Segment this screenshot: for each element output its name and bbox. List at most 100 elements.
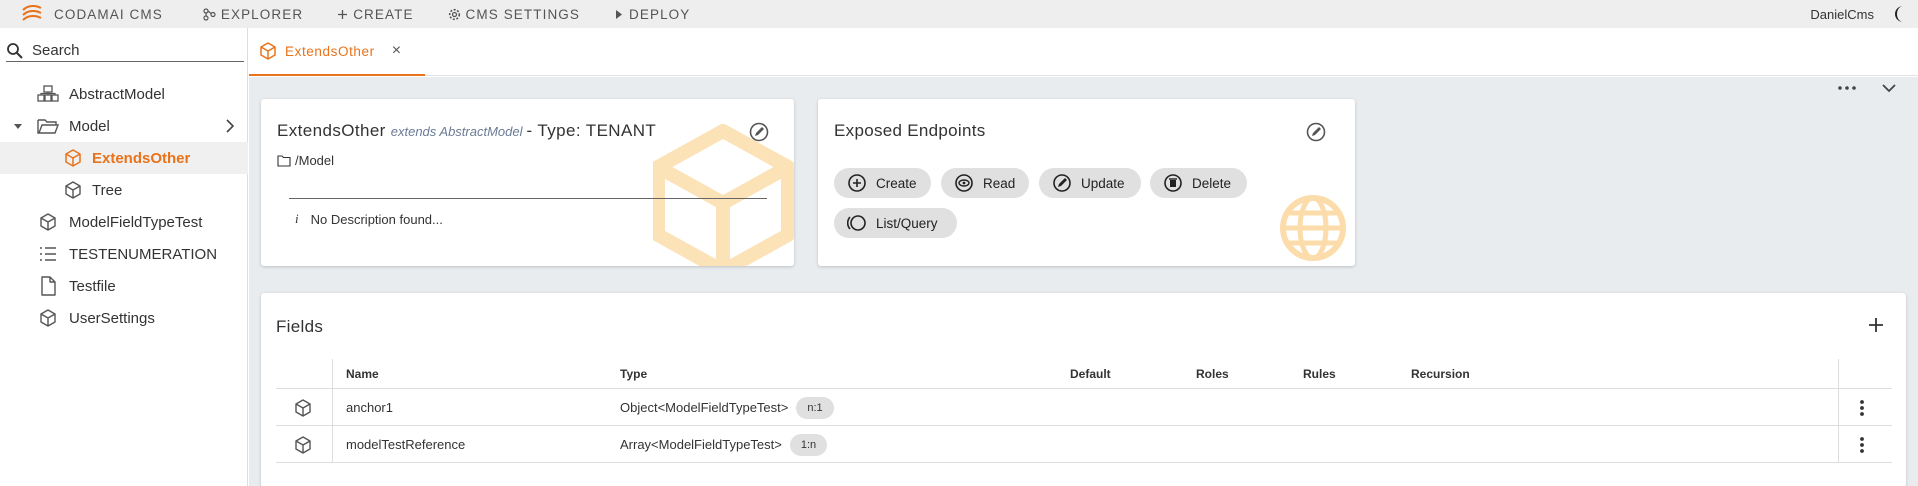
nav-explorer[interactable]: EXPLORER [203,7,303,22]
main-nav: EXPLORER CREATE CMS SETTINGS DEPLOY [203,7,725,22]
nav-deploy-label: DEPLOY [629,6,691,22]
more-horizontal-icon[interactable] [1836,81,1858,95]
search-input[interactable] [32,42,232,59]
relation-badge: n:1 [796,396,834,419]
column-header-default[interactable]: Default [1070,359,1111,389]
endpoint-update-chip[interactable]: Update [1039,168,1141,198]
model-info-card: ExtendsOther extends AbstractModel - Type:… [261,99,794,266]
table-header: Name Type Default Roles Rules Recursion [276,359,1892,389]
nav-cms-settings-label: CMS SETTINGS [465,6,581,22]
list-icon [37,243,59,265]
top-bar: CODAMAI CMS EXPLORER CREATE CMS SETTINGS… [0,0,1918,28]
folder-open-icon [37,115,59,137]
tree-item-tree[interactable]: Tree [0,174,248,206]
chip-label: Create [876,175,917,191]
tree-item-label: Testfile [69,277,116,295]
caret-down-icon[interactable] [13,121,23,131]
play-icon [614,9,624,20]
model-name: ExtendsOther [277,121,386,140]
edit-icon [1053,174,1071,192]
fields-card: Fields Name Type Default Roles Rules Rec… [261,293,1906,486]
cube-icon [37,307,59,329]
endpoint-delete-chip[interactable]: Delete [1150,168,1247,198]
table-row[interactable]: modelTestReference Array<ModelFieldTypeT… [276,426,1892,463]
table-row[interactable]: anchor1 Object<ModelFieldTypeTest> n:1 [276,389,1892,426]
chip-label: Read [983,175,1016,191]
tree-item-model[interactable]: Model [0,110,248,142]
cube-icon [37,211,59,233]
column-header-roles[interactable]: Roles [1196,359,1229,389]
user-name[interactable]: DanielCms [1810,0,1874,28]
endpoints-title: Exposed Endpoints [834,121,986,140]
nav-create[interactable]: CREATE [337,7,413,22]
cube-icon [260,42,276,60]
tree-item-extendsother[interactable]: ExtendsOther [0,142,248,174]
file-icon [37,275,59,297]
model-title: ExtendsOther extends AbstractModel - Type:… [277,121,656,141]
chip-label: List/Query [876,215,938,231]
edit-icon[interactable] [1305,121,1327,143]
field-name: anchor1 [346,400,393,415]
codamai-logo-icon [22,4,42,21]
nav-cms-settings[interactable]: CMS SETTINGS [448,7,580,22]
tree-item-usersettings[interactable]: UserSettings [0,302,248,334]
tree-item-modelfieldtypetest[interactable]: ModelFieldTypeTest [0,206,248,238]
eye-icon [955,174,973,192]
brand-label: CODAMAI CMS [54,6,163,22]
delete-icon [1164,174,1182,192]
tab-extendsother[interactable]: ExtendsOther × [249,28,425,76]
chip-label: Update [1081,175,1125,191]
add-field-icon[interactable] [1866,315,1886,335]
close-icon[interactable]: × [392,42,401,60]
endpoint-list-query-chip[interactable]: List/Query [834,208,957,238]
brand[interactable]: CODAMAI CMS [20,4,163,24]
model-description: i No Description found... [295,211,443,227]
tab-label: ExtendsOther [285,43,375,59]
tree-item-label: TESTENUMERATION [69,245,218,263]
moon-icon[interactable] [1890,4,1910,24]
nav-create-label: CREATE [353,6,414,22]
edit-icon[interactable] [748,121,770,143]
info-icon: i [295,211,299,226]
model-tree: AbstractModel Model ExtendsOther Tree Mo… [0,78,248,334]
model-description-text: No Description found... [310,211,443,227]
endpoint-create-chip[interactable]: Create [834,168,931,198]
tree-item-label: AbstractModel [69,85,165,103]
column-header-rules[interactable]: Rules [1303,359,1336,389]
tree-item-abstractmodel[interactable]: AbstractModel [0,78,248,110]
fields-table: Name Type Default Roles Rules Recursion … [276,359,1892,463]
tree-item-testfile[interactable]: Testfile [0,270,248,302]
tree-item-label: Model [69,117,110,135]
cube-icon [294,426,312,463]
tree-item-label: ExtendsOther [92,149,191,167]
model-path-text: /Model [295,153,335,168]
folder-icon [277,154,291,167]
endpoints-card: Exposed Endpoints Create Read Update Del… [818,99,1355,266]
field-name: modelTestReference [346,437,466,452]
explorer-icon [203,7,216,21]
row-menu-button[interactable] [1859,389,1865,426]
chip-label: Delete [1192,175,1232,191]
model-path: /Model [277,153,334,168]
relation-badge: 1:n [789,433,828,456]
cube-icon [62,179,84,201]
cube-icon [294,389,312,426]
nav-deploy[interactable]: DEPLOY [614,7,690,22]
cube-watermark-icon [653,124,794,266]
tabs-bar: ExtendsOther × [249,28,1918,76]
chevron-right-icon[interactable] [224,119,236,133]
tree-item-testenumeration[interactable]: TESTENUMERATION [0,238,248,270]
row-menu-button[interactable] [1859,426,1865,463]
chevron-down-icon[interactable] [1880,80,1898,96]
field-type: Array<ModelFieldTypeTest> [620,437,782,452]
column-header-type[interactable]: Type [620,359,647,389]
endpoint-read-chip[interactable]: Read [941,168,1029,198]
field-type: Object<ModelFieldTypeTest> [620,400,789,415]
gear-icon [448,8,461,21]
model-extends[interactable]: extends AbstractModel [391,124,523,139]
more-vertical-icon [1860,399,1864,416]
column-header-name[interactable]: Name [346,359,379,389]
column-header-recursion[interactable]: Recursion [1411,359,1470,389]
nav-explorer-label: EXPLORER [220,6,304,22]
tree-item-label: ModelFieldTypeTest [69,213,203,231]
